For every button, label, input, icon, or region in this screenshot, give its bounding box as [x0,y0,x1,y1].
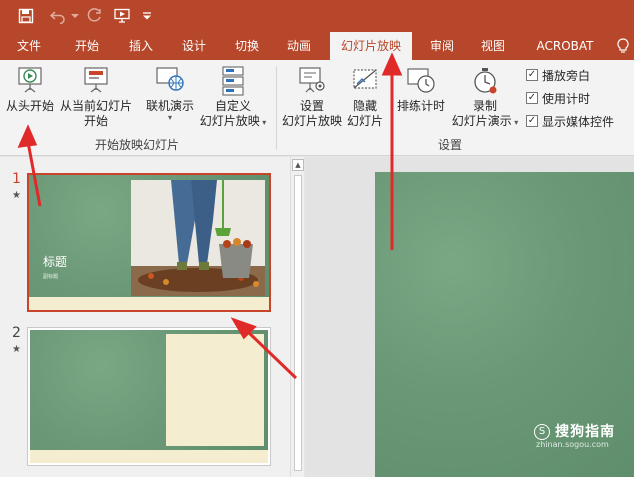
play-narrations-label: 播放旁白 [542,68,591,83]
hide-label-1: 隐藏 [352,99,377,113]
present-online-label: 联机演示 [145,99,194,113]
watermark-url: zhinan.sogou.com [536,440,609,449]
slide-thumbnail-2[interactable] [27,327,271,466]
transition-star-icon: ★ [12,344,21,355]
watermark-text: 搜狗指南 [555,424,616,440]
tab-acrobat[interactable]: ACROBAT [528,32,602,60]
custom-show-label-2-text: 幻灯片放映 [199,114,260,128]
tab-design[interactable]: 设计 [171,32,217,60]
tab-review[interactable]: 审阅 [420,32,464,60]
present-online-icon [156,67,184,91]
show-media-controls-checkbox[interactable]: ✓ 显示媒体控件 [526,112,614,130]
thumbnails-scrollbar[interactable]: ▲ [290,157,304,477]
use-timings-label: 使用计时 [542,91,591,106]
present-online-button[interactable]: 联机演示 ▾ [142,66,198,122]
use-timings-checkbox[interactable]: ✓ 使用计时 [526,89,590,107]
tab-slide-show[interactable]: 幻灯片放映 [330,32,412,60]
setup-slide-show-icon [299,67,325,93]
checkmark-icon: ✓ [526,115,538,127]
tab-file[interactable]: 文件 [6,32,52,60]
tab-home[interactable]: 开始 [64,32,110,60]
checkmark-icon: ✓ [526,92,538,104]
record-label-1: 录制 [472,99,497,113]
slide-subtitle: 副标题 [43,274,59,280]
record-label-2: 幻灯片演示 ▾ [448,114,522,130]
ribbon-slide-show: 从头开始 从当前幻灯片 开始 联机演示 ▾ 自定义 幻灯片放映 ▾ 开始放映幻灯… [0,60,634,156]
start-group-label: 开始放映幻灯片 [94,138,179,152]
tab-transitions[interactable]: 切换 [224,32,270,60]
setup-group-label: 设置 [437,138,462,152]
slide-footer-band [30,450,268,463]
undo-icon[interactable] [46,4,70,28]
redo-icon[interactable] [82,4,106,28]
custom-show-dropdown-icon[interactable]: ▾ [260,118,266,127]
rehearse-timings-button[interactable]: 排练计时 [394,66,448,114]
slide-title: 标题 [43,255,68,269]
sogou-logo-icon: S [534,423,550,440]
show-media-controls-label: 显示媒体控件 [542,114,615,129]
group-separator [276,66,277,150]
ribbon-tabs: 文件 开始 插入 设计 切换 动画 幻灯片放映 审阅 视图 ACROBAT [0,32,634,60]
setup-slide-show-button[interactable]: 设置 幻灯片放映 [280,66,344,129]
rehearse-timings-icon [407,68,435,93]
checkmark-icon: ✓ [526,69,538,81]
custom-slide-show-icon [222,66,244,96]
tab-view[interactable]: 视图 [470,32,516,60]
hide-slide-icon [353,69,377,89]
save-icon[interactable] [14,4,38,28]
powerpoint-window: 文件 开始 插入 设计 切换 动画 幻灯片放映 审阅 视图 ACROBAT 从头… [0,0,634,477]
lightbulb-icon[interactable] [612,32,634,60]
from-beginning-icon [18,67,42,93]
watermark: S 搜狗指南 zhinan.sogou.com [534,421,616,449]
record-slide-show-icon [474,68,497,94]
custom-slide-show-button[interactable]: 自定义 幻灯片放映 ▾ [196,66,270,130]
from-current-label-2: 开始 [83,114,108,128]
from-beginning-button[interactable]: 从头开始 [2,66,58,114]
undo-dropdown-icon[interactable] [69,4,81,28]
record-slide-show-button[interactable]: 录制 幻灯片演示 ▾ [448,66,522,130]
scroll-thumb[interactable] [294,175,302,471]
slide-number: 2 [12,325,21,341]
play-narrations-checkbox[interactable]: ✓ 播放旁白 [526,66,590,84]
slide-footer-band [29,297,269,310]
record-label-2-text: 幻灯片演示 [451,114,512,128]
rehearse-label: 排练计时 [396,99,445,113]
customize-qat-icon[interactable] [138,4,156,28]
setup-label-1: 设置 [299,99,324,113]
tab-animations[interactable]: 动画 [276,32,322,60]
custom-show-label-1: 自定义 [214,99,251,113]
slide-number: 1 [12,171,21,187]
setup-label-2: 幻灯片放映 [281,114,342,128]
record-dropdown-icon[interactable]: ▾ [512,118,518,127]
hide-label-2: 幻灯片 [346,114,383,128]
transition-star-icon: ★ [12,190,21,201]
present-online-dropdown-icon[interactable]: ▾ [142,114,198,122]
tab-insert[interactable]: 插入 [118,32,164,60]
scroll-up-arrow-icon[interactable]: ▲ [292,159,304,171]
custom-show-label-2: 幻灯片放映 ▾ [196,114,270,130]
slide-thumbnail-1[interactable]: 标题 副标题 [27,173,271,312]
from-current-slide-button[interactable]: 从当前幻灯片 开始 [58,66,134,129]
hide-slide-button[interactable]: 隐藏 幻灯片 [344,66,386,129]
content-placeholder [166,334,264,446]
title-bar [0,0,634,32]
from-beginning-label: 从头开始 [5,99,54,113]
slide-photo [131,180,265,296]
present-from-start-icon[interactable] [110,4,134,28]
from-current-slide-icon [84,67,108,93]
from-current-label-1: 从当前幻灯片 [59,99,132,113]
